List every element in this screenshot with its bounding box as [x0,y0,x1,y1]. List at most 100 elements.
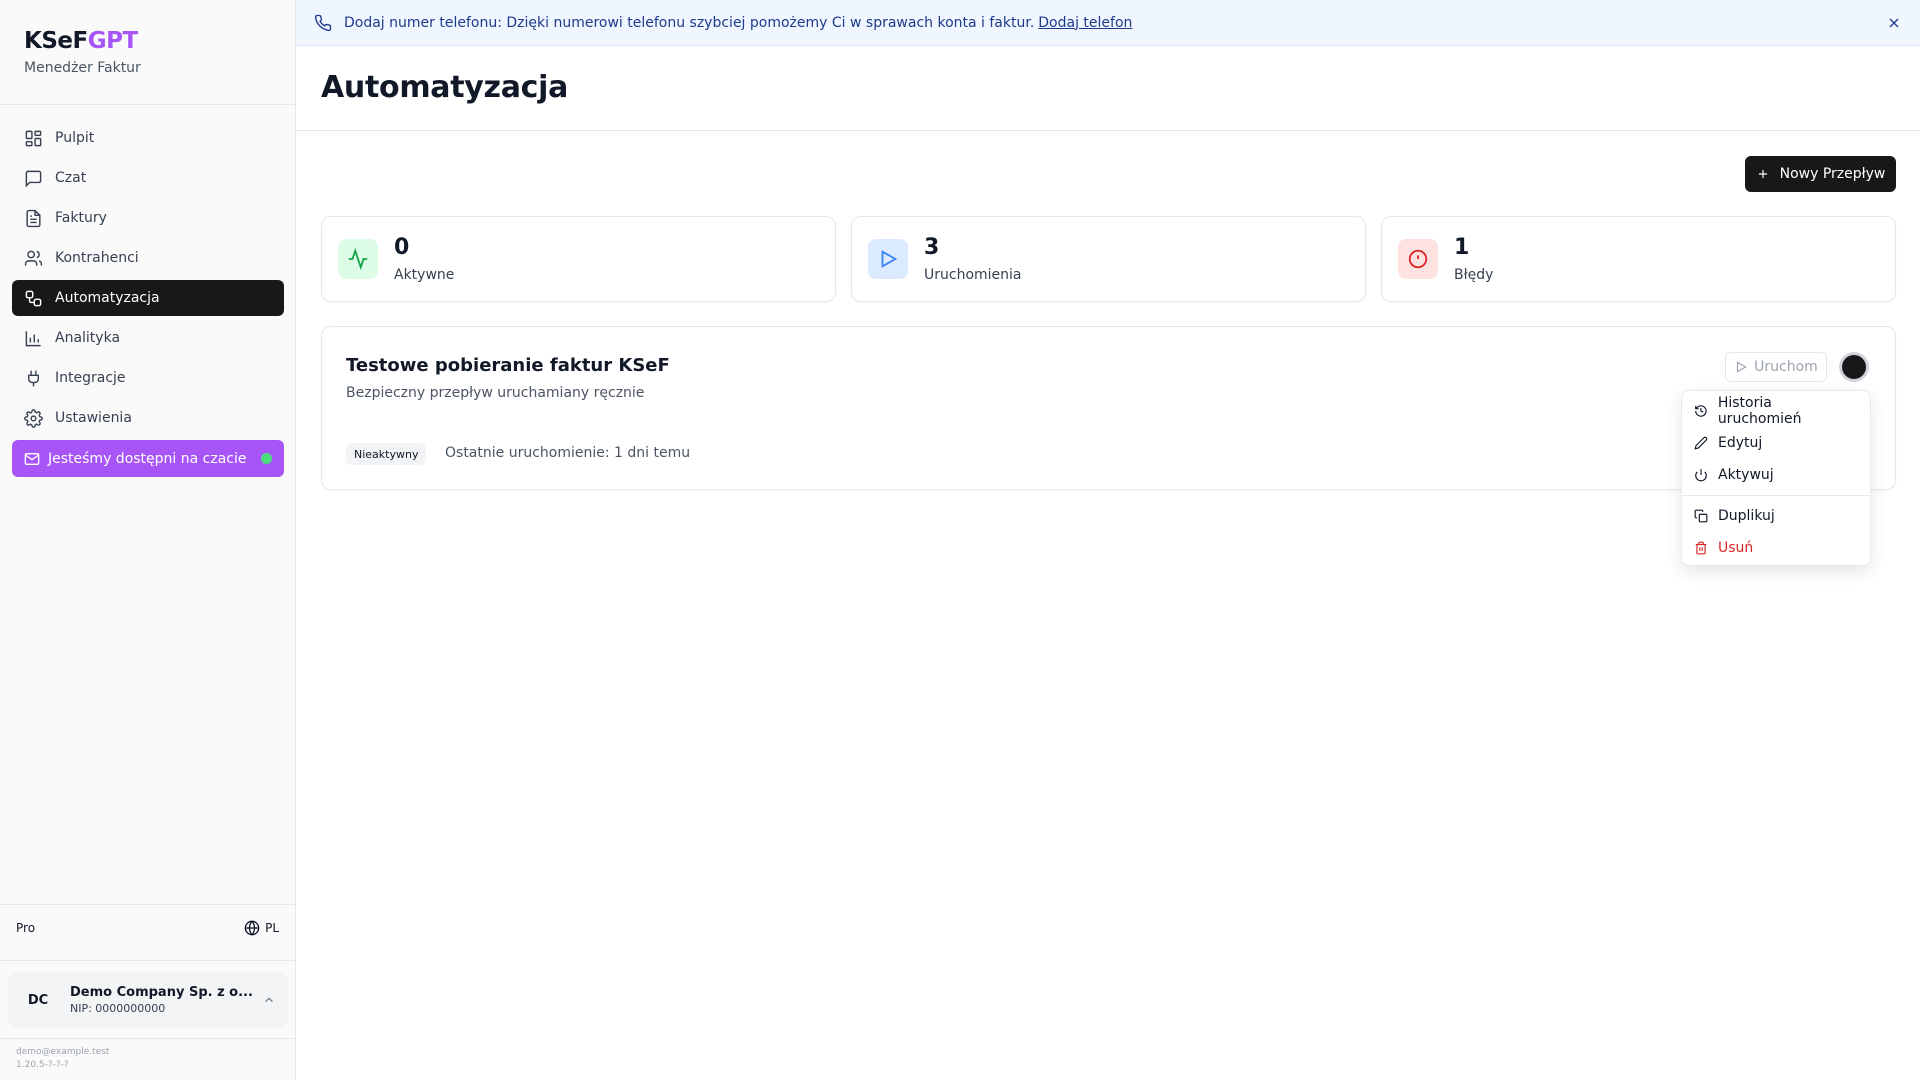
app-version: 1.20.5-?-?-? [16,1060,69,1070]
bar-chart-icon [25,330,41,346]
brand-logo-accent: GPT [87,28,138,54]
sidebar-item-label: Czat [55,170,87,186]
workflow-icon [25,290,42,306]
trash-icon [1695,541,1707,555]
sidebar-item-label: Kontrahenci [55,250,139,266]
user-email: demo@example.test [16,1047,110,1057]
banner-text: Dodaj numer telefonu: Dzięki numerowi te… [344,14,1035,31]
message-icon [25,170,42,187]
menu-item-edit[interactable]: Edytuj [1682,427,1870,459]
dashboard-icon [25,130,42,146]
menu-item-label: Duplikuj [1718,508,1775,524]
menu-item-duplicate[interactable]: Duplikuj [1682,500,1870,532]
status-badge: Nieaktywny [346,443,427,465]
users-icon [24,250,43,266]
plan-language-row: Pro PL [16,920,279,936]
copy-icon [1694,509,1708,523]
sidebar-item-faktury[interactable]: Faktury [12,200,284,236]
history-icon [1695,405,1707,417]
stat-icon-wrap [868,239,908,279]
company-info: Demo Company Sp. z o... NIP: 0000000000 [70,985,262,1015]
brand-subtitle: Menedżer Faktur [24,60,141,76]
online-status-dot [261,453,272,464]
plus-icon [1758,169,1767,179]
chat-cta-label: Jesteśmy dostępni na czacie [48,450,247,467]
menu-item-label: Aktywuj [1718,467,1774,483]
flow-title: Testowe pobieranie faktur KSeF [346,355,670,376]
menu-item-label: Usuń [1718,540,1754,556]
sidebar-nav: Pulpit Czat Faktury Kontrahenci Automaty… [12,120,284,477]
stat-value: 1 [1454,235,1470,260]
run-label: Uruchom [1754,359,1818,375]
power-icon [1695,469,1707,482]
menu-item-activate[interactable]: Aktywuj [1682,459,1870,491]
sidebar-divider [0,1038,295,1039]
flow-actions-menu: Historia uruchomień Edytuj Aktywuj Dupli… [1681,390,1871,566]
stat-card-active: 0 Aktywne [321,216,836,302]
phone-icon [314,14,332,31]
sidebar-divider [0,960,295,961]
sidebar-item-automatyzacja[interactable]: Automatyzacja [12,280,284,316]
new-flow-label: Nowy Przepływ [1779,166,1886,182]
sidebar-divider [0,904,295,905]
sidebar-item-pulpit[interactable]: Pulpit [12,120,284,156]
stat-label: Uruchomienia [924,267,1022,283]
company-name: Demo Company Sp. z o... [70,985,253,1000]
last-run-text: Ostatnie uruchomienie: 1 dni temu [445,445,691,461]
stat-icon-wrap [338,239,378,279]
sidebar-item-label: Analityka [55,330,121,346]
menu-item-label: Edytuj [1718,435,1763,451]
stat-icon-wrap [1398,239,1438,279]
menu-item-delete[interactable]: Usuń [1682,532,1870,564]
new-flow-button[interactable]: Nowy Przepływ [1745,156,1896,192]
phone-banner: Dodaj numer telefonu: Dzięki numerowi te… [296,0,1920,46]
run-button[interactable]: Uruchom [1725,352,1827,382]
menu-item-history[interactable]: Historia uruchomień [1682,395,1870,427]
app: KSeFGPT Menedżer Faktur Pulpit Czat Fakt… [0,0,1920,1080]
add-phone-link[interactable]: Dodaj telefon [1038,15,1132,31]
sidebar: KSeFGPT Menedżer Faktur Pulpit Czat Fakt… [0,0,296,1080]
menu-item-label: Historia uruchomień [1717,395,1802,427]
sidebar-item-analityka[interactable]: Analityka [12,320,284,356]
company-nip: NIP: 0000000000 [70,1002,166,1015]
sidebar-item-label: Automatyzacja [55,290,160,306]
sidebar-item-label: Ustawienia [55,410,132,426]
sidebar-item-ustawienia[interactable]: Ustawienia [12,400,284,436]
menu-separator [1682,495,1870,496]
account-meta: demo@example.test 1.20.5-?-?-? [16,1046,109,1072]
chevron-up-icon [265,997,273,1003]
brand-logo[interactable]: KSeFGPT [24,28,141,54]
stat-value: 0 [394,235,410,260]
play-icon [1737,361,1748,373]
avatar: DC [20,982,56,1018]
sidebar-divider [0,104,295,105]
mail-icon [24,452,40,465]
flow-description: Bezpieczny przepływ uruchamiany ręcznie [346,385,645,401]
flow-menu-toggle[interactable] [1842,355,1866,379]
pencil-icon [1694,436,1708,450]
stat-card-errors: 1 Błędy [1381,216,1896,302]
page-title: Automatyzacja [321,70,569,105]
sidebar-item-czat[interactable]: Czat [12,160,284,196]
alert-circle-icon [1408,249,1428,269]
company-switcher[interactable]: DC Demo Company Sp. z o... NIP: 00000000… [8,972,288,1028]
stat-card-runs: 3 Uruchomienia [851,216,1366,302]
language-switcher[interactable]: PL [244,920,279,936]
file-text-icon [26,209,41,227]
flow-card: Testowe pobieranie faktur KSeF Bezpieczn… [321,326,1896,490]
sidebar-item-label: Integracje [55,370,126,386]
header-divider [296,130,1920,131]
stat-label: Aktywne [394,267,455,283]
brand-logo-main: KSeF [24,28,88,54]
globe-icon [244,920,260,936]
brand: KSeFGPT Menedżer Faktur [24,28,141,76]
sidebar-item-integracje[interactable]: Integracje [12,360,284,396]
plug-icon [28,370,39,386]
gear-icon [24,408,43,428]
sidebar-item-label: Faktury [55,210,107,226]
play-icon [881,250,898,268]
sidebar-item-kontrahenci[interactable]: Kontrahenci [12,240,284,276]
chat-cta-button[interactable]: Jesteśmy dostępni na czacie [12,440,284,477]
stat-label: Błędy [1454,267,1494,283]
close-icon[interactable] [1886,15,1902,31]
